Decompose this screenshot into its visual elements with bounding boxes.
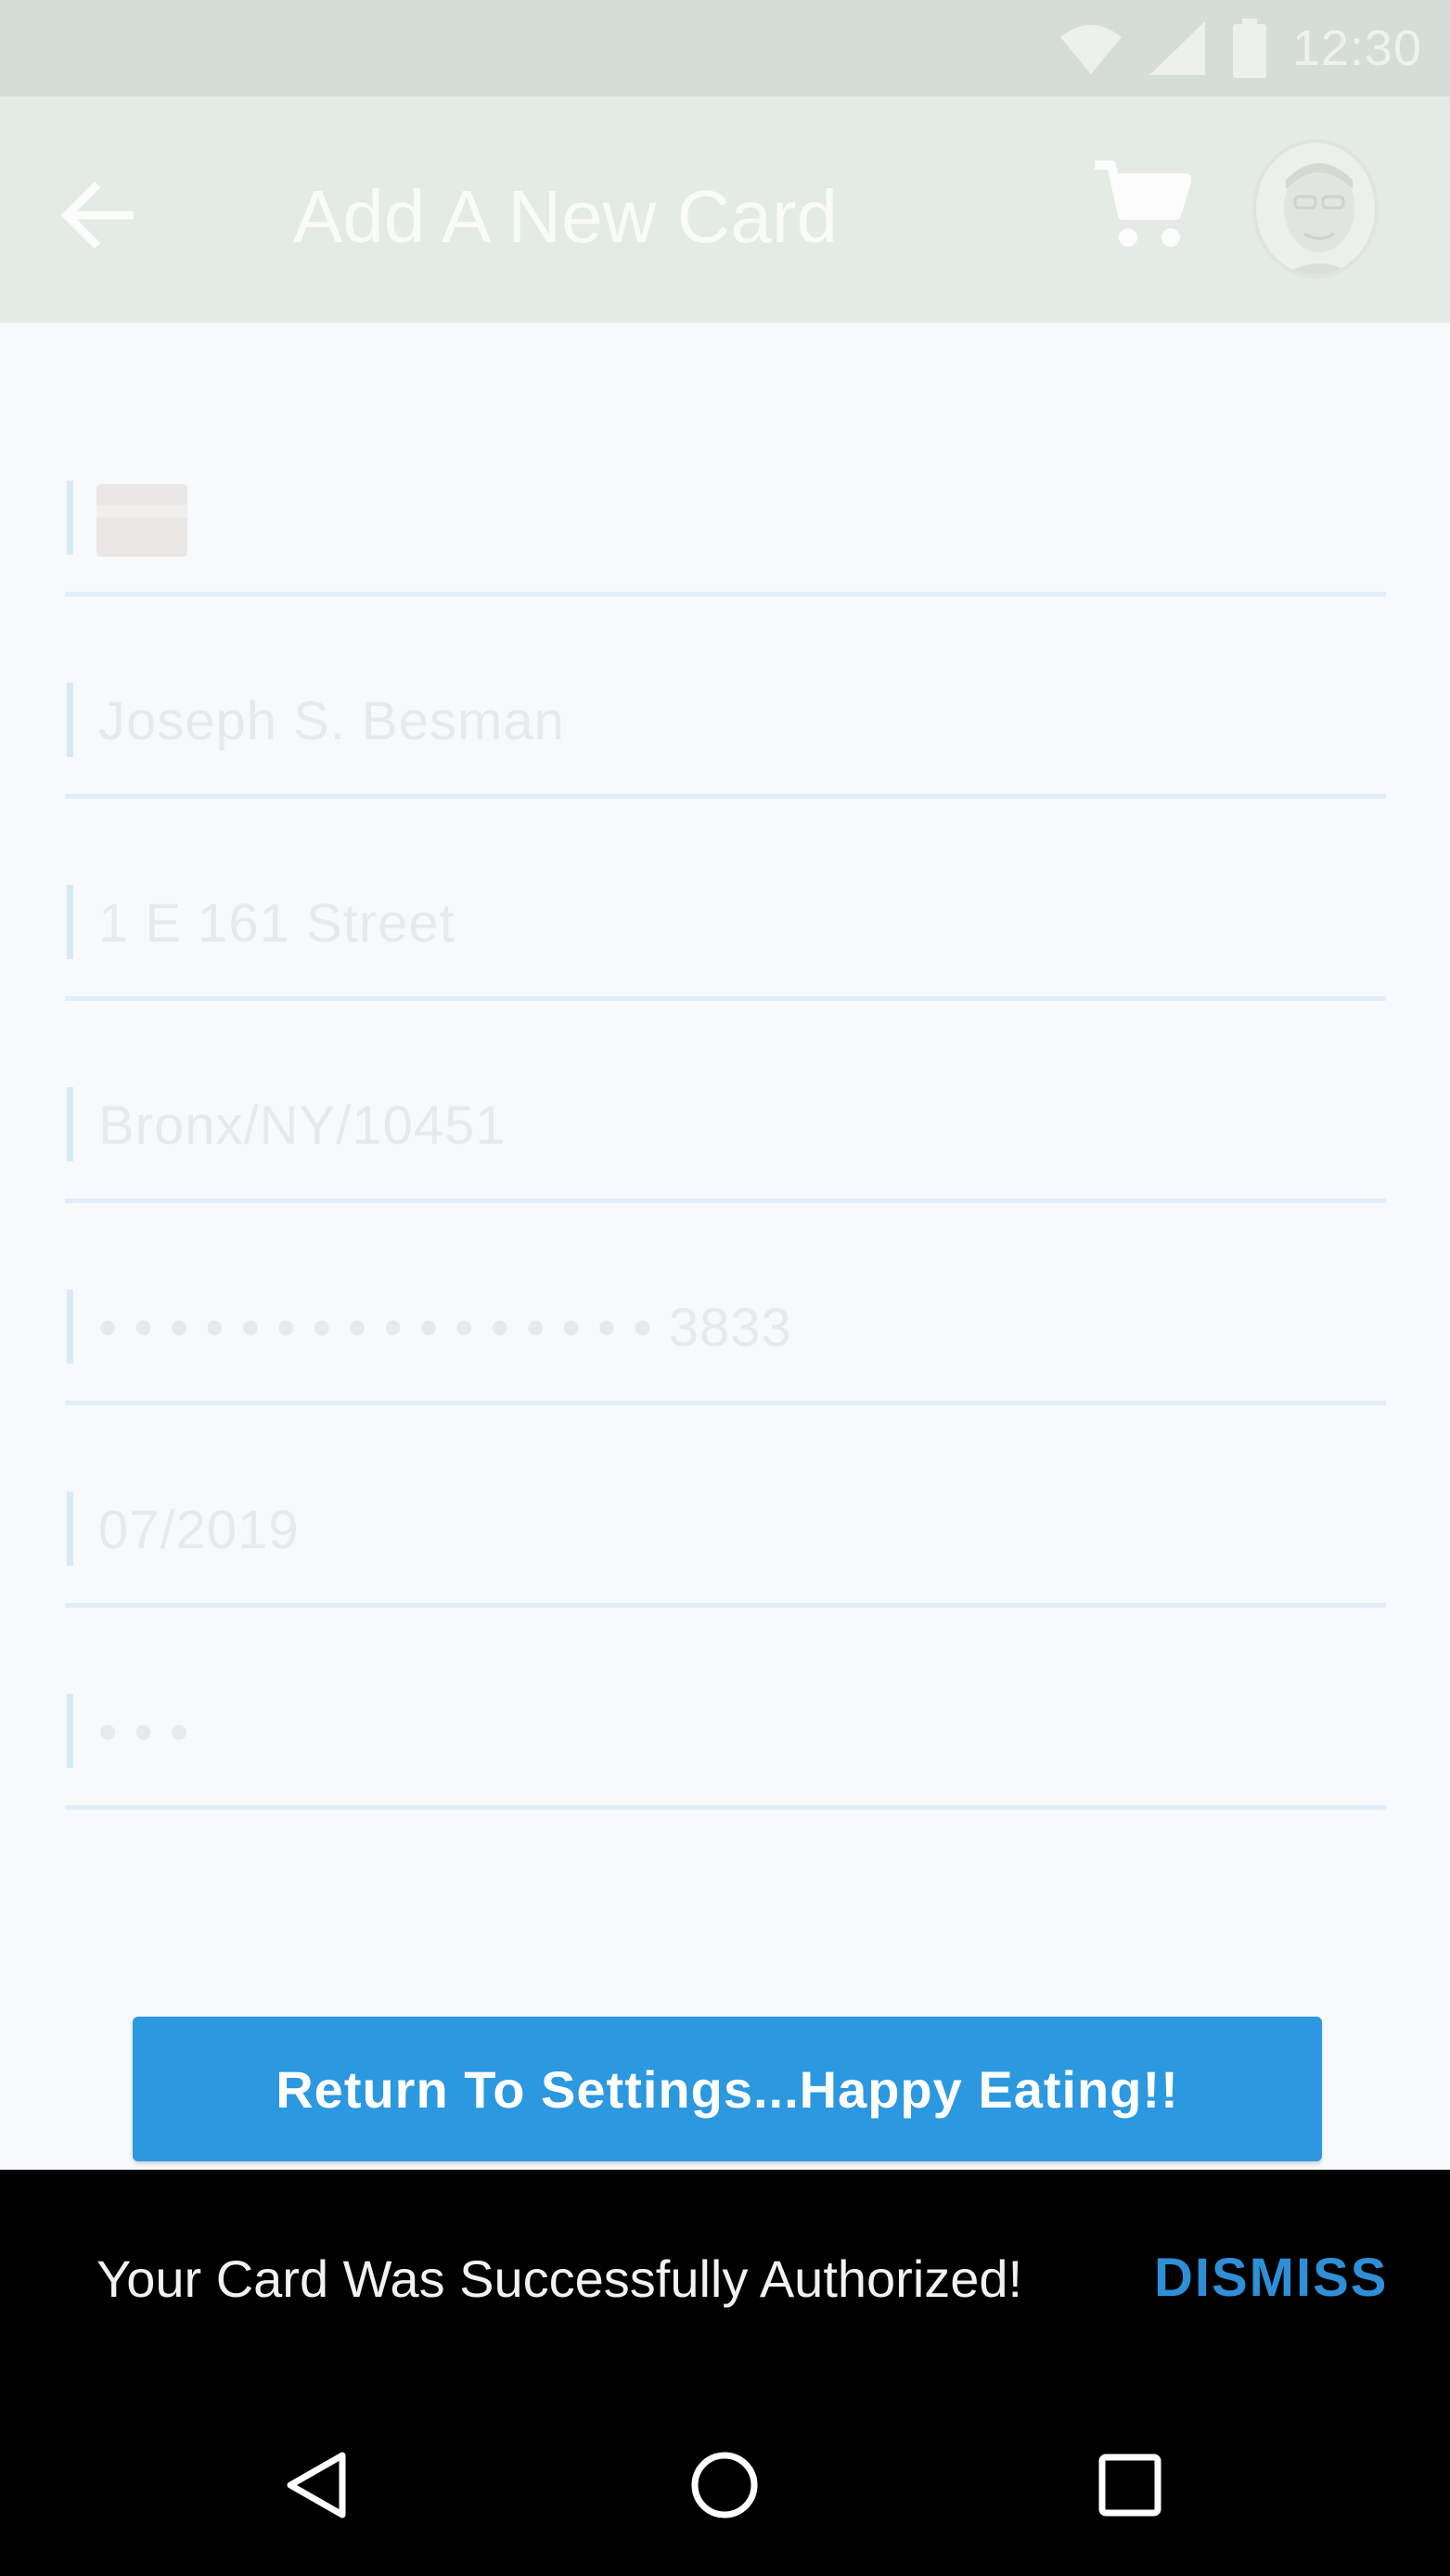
snackbar-message: Your Card Was Successfully Authorized!: [96, 2249, 1023, 2308]
status-bar: 12:30: [0, 0, 1450, 96]
screen: 12:30 Add A New Card Joseph S. Besman 1 …: [0, 0, 1450, 2576]
input-indicator: [67, 1694, 73, 1768]
nav-recents-icon: [1098, 2454, 1161, 2517]
city-state-zip-field[interactable]: Bronx/NY/10451: [65, 929, 1386, 1203]
return-to-settings-button[interactable]: Return To Settings...Happy Eating!!: [133, 2017, 1322, 2161]
expiration-date-field[interactable]: 07/2019: [65, 1334, 1386, 1608]
signal-icon: [1148, 21, 1205, 75]
snackbar: Your Card Was Successfully Authorized! D…: [0, 2170, 1450, 2392]
status-time: 12:30: [1291, 20, 1422, 76]
avatar[interactable]: [1252, 139, 1379, 278]
nav-home-icon: [691, 2452, 758, 2518]
app-bar: Add A New Card: [0, 96, 1450, 323]
cvv-value: • • •: [98, 1702, 190, 1762]
arrow-back-icon[interactable]: [59, 182, 134, 249]
status-icons: 12:30: [1059, 13, 1422, 83]
nav-back-button[interactable]: [274, 2439, 366, 2531]
street-address-field[interactable]: 1 E 161 Street: [65, 727, 1386, 1001]
nav-recents-button[interactable]: [1084, 2439, 1176, 2531]
add-card-form: Joseph S. Besman 1 E 161 Street Bronx/NY…: [65, 323, 1386, 1810]
card-number-field[interactable]: • • • • • • • • • • • • • • • • 3833: [65, 1132, 1386, 1405]
battery-icon: [1232, 19, 1266, 78]
system-nav-bar: [0, 2392, 1450, 2576]
dismiss-button[interactable]: DISMISS: [1154, 2247, 1389, 2309]
cardholder-name-field[interactable]: Joseph S. Besman: [65, 525, 1386, 799]
page-title: Add A New Card: [293, 175, 838, 258]
wifi-icon: [1059, 25, 1122, 74]
cvv-field[interactable]: • • •: [65, 1536, 1386, 1810]
user-avatar-icon: [1284, 163, 1354, 275]
nav-back-icon: [287, 2452, 346, 2518]
card-stripe: [96, 505, 187, 518]
card-type-field[interactable]: [65, 323, 1386, 596]
nav-home-button[interactable]: [678, 2439, 771, 2531]
field-underline: [65, 1805, 1386, 1810]
cart-icon[interactable]: [1091, 158, 1191, 250]
